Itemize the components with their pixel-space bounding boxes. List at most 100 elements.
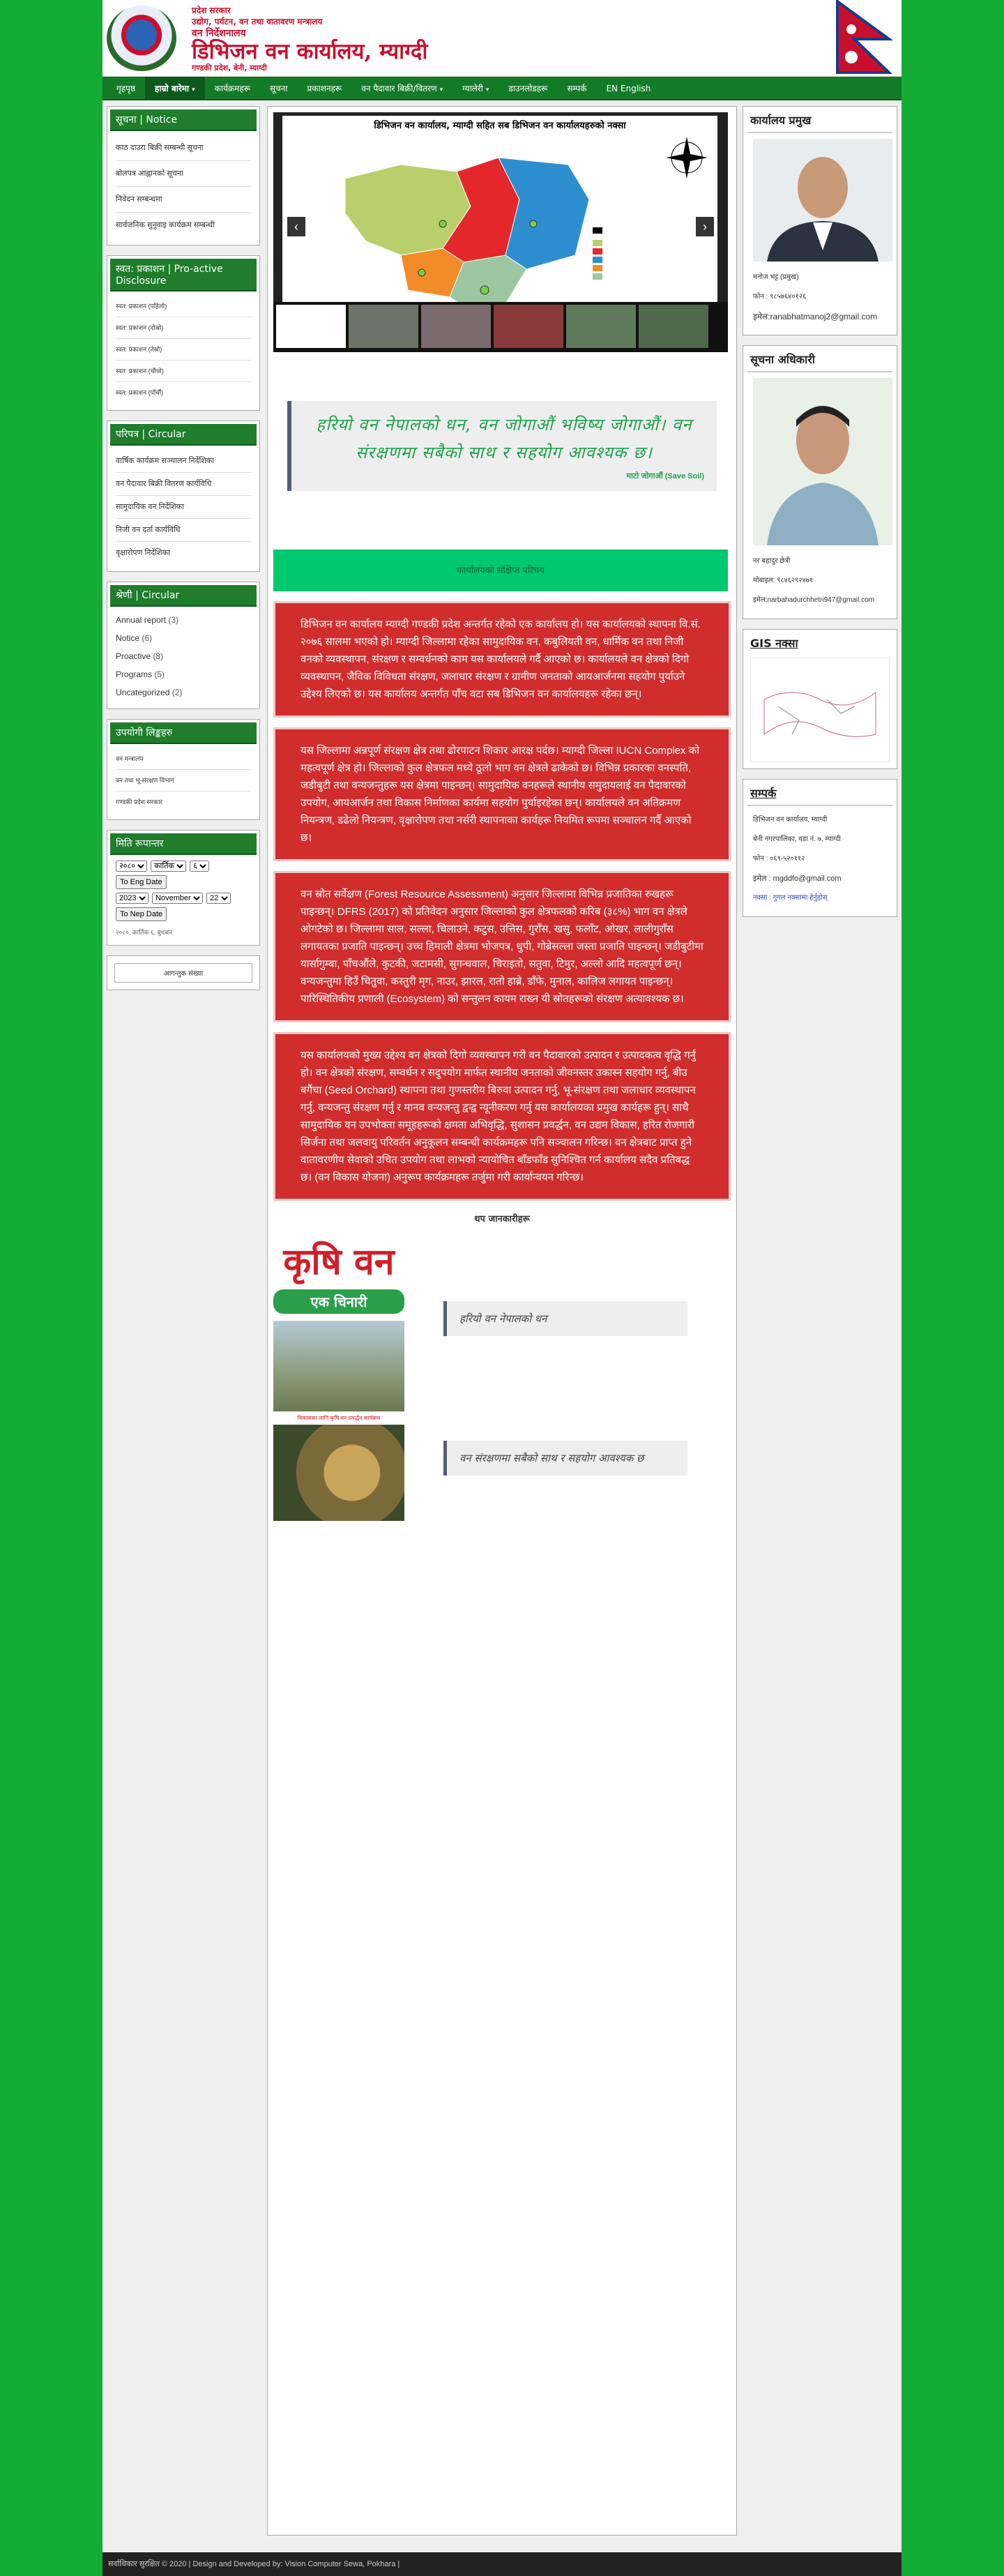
useful-link[interactable]: वन मन्त्रालय (116, 748, 251, 770)
nav-item[interactable]: गृहपृष्ठ (107, 77, 145, 99)
category-item[interactable]: Notice (6) (116, 629, 251, 647)
main-navigation: गृहपृष्ठ हाम्रो बारेमा ▾ कार्यक्रमहरू सूचना प… (102, 77, 902, 100)
date-converter-title: मिति रूपान्तर (110, 833, 257, 855)
nav-item[interactable]: हाम्रो बारेमा ▾ (145, 77, 205, 99)
nav-item-label: ग्यालेरी (462, 84, 483, 93)
slider-thumbnail[interactable] (494, 305, 563, 348)
header-line-ministry: उद्योग, पर्यटन, वन तथा वातावरण मन्त्रालय (192, 17, 323, 26)
left-sidebar: सूचना | Notice काठ दाउरा बिक्री सम्बन्धी… (107, 106, 260, 1000)
slider-thumbnails (273, 302, 728, 352)
page-container: प्रदेश सरकार उद्योग, पर्यटन, वन तथा वाता… (102, 0, 902, 2576)
slider-thumbnail[interactable] (421, 305, 491, 348)
disclosure-item[interactable]: स्वत: प्रकाशन (दोस्रो) (116, 317, 251, 339)
slider-thumbnail[interactable] (566, 305, 636, 348)
contact-map-link[interactable]: नक्सा : गुगल नक्सामा हेर्नुहोस् (753, 888, 887, 908)
nav-item[interactable]: डाउनलोडहरू (499, 77, 557, 99)
nav-item-label: प्रकाशनहरू (307, 84, 342, 93)
slider-next-button[interactable]: › (696, 217, 714, 236)
circular-item[interactable]: निजी वन दर्ता कार्यविधि (116, 519, 251, 542)
contact-email[interactable]: इमेल : mgddfo@gmail.com (753, 869, 887, 888)
compass-rose-icon (666, 137, 708, 179)
visitor-widget: आगन्तुक संख्या (107, 955, 260, 990)
nepali-month-select[interactable]: कार्तिक (151, 861, 187, 872)
nav-item[interactable]: सूचना (260, 77, 298, 99)
motto-quote-text: हरियो वन नेपालको धन, वन जोगाऔं भविष्य जो… (316, 415, 692, 462)
nav-item[interactable]: ग्यालेरी ▾ (452, 77, 499, 99)
circular-item[interactable]: वृक्षारोपण निर्देशिका (116, 542, 251, 564)
motto-quote-citation: माटो जोगाऔं (Save Soil) (626, 472, 704, 480)
nav-item[interactable]: कार्यक्रमहरू (205, 77, 260, 99)
category-name[interactable]: Annual report (116, 615, 166, 625)
info-officer-email[interactable]: इमेल:narbahadurchhetri947@gmail.com (753, 591, 887, 610)
contact-title: सम्पर्क (747, 784, 892, 806)
office-chief-widget: कार्यालय प्रमुख मनोज भट्ट (प्रमुख) फोन :… (743, 106, 897, 335)
site-header: प्रदेश सरकार उद्योग, पर्यटन, वन तथा वाता… (102, 0, 902, 77)
english-month-select[interactable]: November (152, 893, 204, 904)
slider-thumbnail[interactable] (276, 305, 346, 348)
intro-text-block: यस जिल्लामा अन्नपूर्ण संरक्षण क्षेत्र तथ… (273, 727, 731, 861)
category-item[interactable]: Uncategorized (2) (116, 683, 251, 702)
circular-item[interactable]: वन पैदावार बिक्री वितरण कार्यविधि (116, 473, 251, 496)
slider-thumbnail[interactable] (349, 305, 418, 348)
category-item[interactable]: Programs (5) (116, 665, 251, 683)
to-eng-date-button[interactable]: To Eng Date (116, 875, 167, 889)
english-year-select[interactable]: 2023 (116, 893, 149, 904)
disclosure-item[interactable]: स्वत: प्रकाशन (तेस्रो) (116, 339, 251, 361)
nav-item[interactable]: EN English (596, 77, 660, 99)
category-name[interactable]: Programs (116, 669, 152, 679)
office-chief-phone: फोन : ९८५७६४०१२६ (753, 293, 807, 301)
nepali-day-select[interactable]: ६ (190, 861, 210, 872)
category-name[interactable]: Proactive (116, 651, 151, 661)
circular-item[interactable]: वार्षिक कार्यक्रम सञ्चालन निर्देशिका (116, 450, 251, 473)
intro-paragraph: यस जिल्लामा अन्नपूर्ण संरक्षण क्षेत्र तथ… (301, 745, 700, 844)
more-info-section: कृषि वन एक चिनारी विकासका लागि कृषि वन प… (273, 1232, 731, 1552)
nav-item[interactable]: प्रकाशनहरू (298, 77, 352, 99)
nepali-year-select[interactable]: २०८० (116, 861, 147, 872)
useful-link[interactable]: गण्डकी प्रदेश सरकार (116, 791, 251, 812)
contact-phone: फोन : ०६९-५२०११२ (753, 855, 805, 863)
category-name[interactable]: Notice (116, 633, 139, 643)
english-day-select[interactable]: 22 (206, 893, 231, 904)
nepal-flag-icon (836, 0, 893, 74)
chevron-down-icon: ▾ (192, 86, 195, 93)
category-item[interactable]: Proactive (8) (116, 647, 251, 665)
office-chief-name: मनोज भट्ट (प्रमुख) (753, 273, 799, 281)
notice-item[interactable]: काठ दाउरा बिक्री सम्बन्धी सूचना (116, 135, 251, 161)
poster-subtitle: एक चिनारी (273, 1289, 404, 1314)
language-label: English (621, 84, 651, 93)
notice-item[interactable]: सार्वजनिक सुनुवाइ कार्यक्रम सम्बन्धी (116, 213, 251, 238)
category-name[interactable]: Uncategorized (116, 688, 169, 697)
disclosure-item[interactable]: स्वत: प्रकाशन (चौथो) (116, 361, 251, 382)
gis-map-thumbnail[interactable] (750, 657, 890, 763)
disclosure-item[interactable]: स्वत: प्रकाशन (पहिलो) (116, 296, 251, 317)
notice-item[interactable]: बोलपत्र आह्वानको सूचना (116, 161, 251, 187)
intro-text-block: यस कार्यालयको मुख्य उद्देश्य वन क्षेत्रक… (273, 1032, 731, 1201)
disclosure-item[interactable]: स्वत: प्रकाशन (पाँचौं) (116, 382, 251, 403)
info-officer-photo (753, 378, 892, 545)
site-title: डिभिजन वन कार्यालय, म्याग्दी (192, 39, 428, 64)
slider-thumbnail[interactable] (639, 305, 708, 348)
office-intro-button[interactable]: कार्यालयको संक्षिप्त परिचय (273, 550, 728, 591)
slider-prev-button[interactable]: ‹ (287, 217, 305, 236)
intro-paragraph: यस कार्यालयको मुख्य उद्देश्य वन क्षेत्रक… (301, 1050, 696, 1183)
right-sidebar: कार्यालय प्रमुख मनोज भट्ट (प्रमुख) फोन :… (743, 106, 897, 927)
category-count: (5) (154, 669, 165, 679)
category-count: (3) (168, 615, 179, 625)
office-chief-email[interactable]: इमेल:ranabhatmanoj2@gmail.com (753, 307, 887, 326)
to-nep-date-button[interactable]: To Nep Date (116, 907, 167, 921)
useful-link[interactable]: वन तथा भू-संरक्षण विभाग (116, 770, 251, 791)
agroforestry-poster[interactable]: कृषि वन एक चिनारी विकासका लागि कृषि वन प… (273, 1232, 404, 1545)
nav-item[interactable]: सम्पर्क (557, 77, 596, 99)
circular-item[interactable]: सामुदायिक वन निर्देशिका (116, 496, 251, 519)
category-item[interactable]: Annual report (3) (116, 611, 251, 629)
nav-item-label: कार्यक्रमहरू (214, 84, 251, 93)
circular-widget: परिपत्र | Circular वार्षिक कार्यक्रम सञ्… (107, 421, 260, 572)
header-line-government: प्रदेश सरकार (192, 6, 231, 15)
nav-item[interactable]: वन पैदावार बिक्री/वितरण ▾ (351, 77, 452, 99)
site-footer: सर्वाधिकार सुरक्षित © 2020 | Design and … (102, 2552, 902, 2576)
notice-item[interactable]: निवेदन सम्बन्धमा (116, 187, 251, 213)
nav-item-label: गृहपृष्ठ (116, 84, 136, 93)
info-officer-title: सूचना अधिकारी (747, 350, 892, 372)
nav-item-label: वन पैदावार बिक्री/वितरण (361, 84, 437, 93)
visitor-counter: आगन्तुक संख्या (114, 963, 252, 983)
